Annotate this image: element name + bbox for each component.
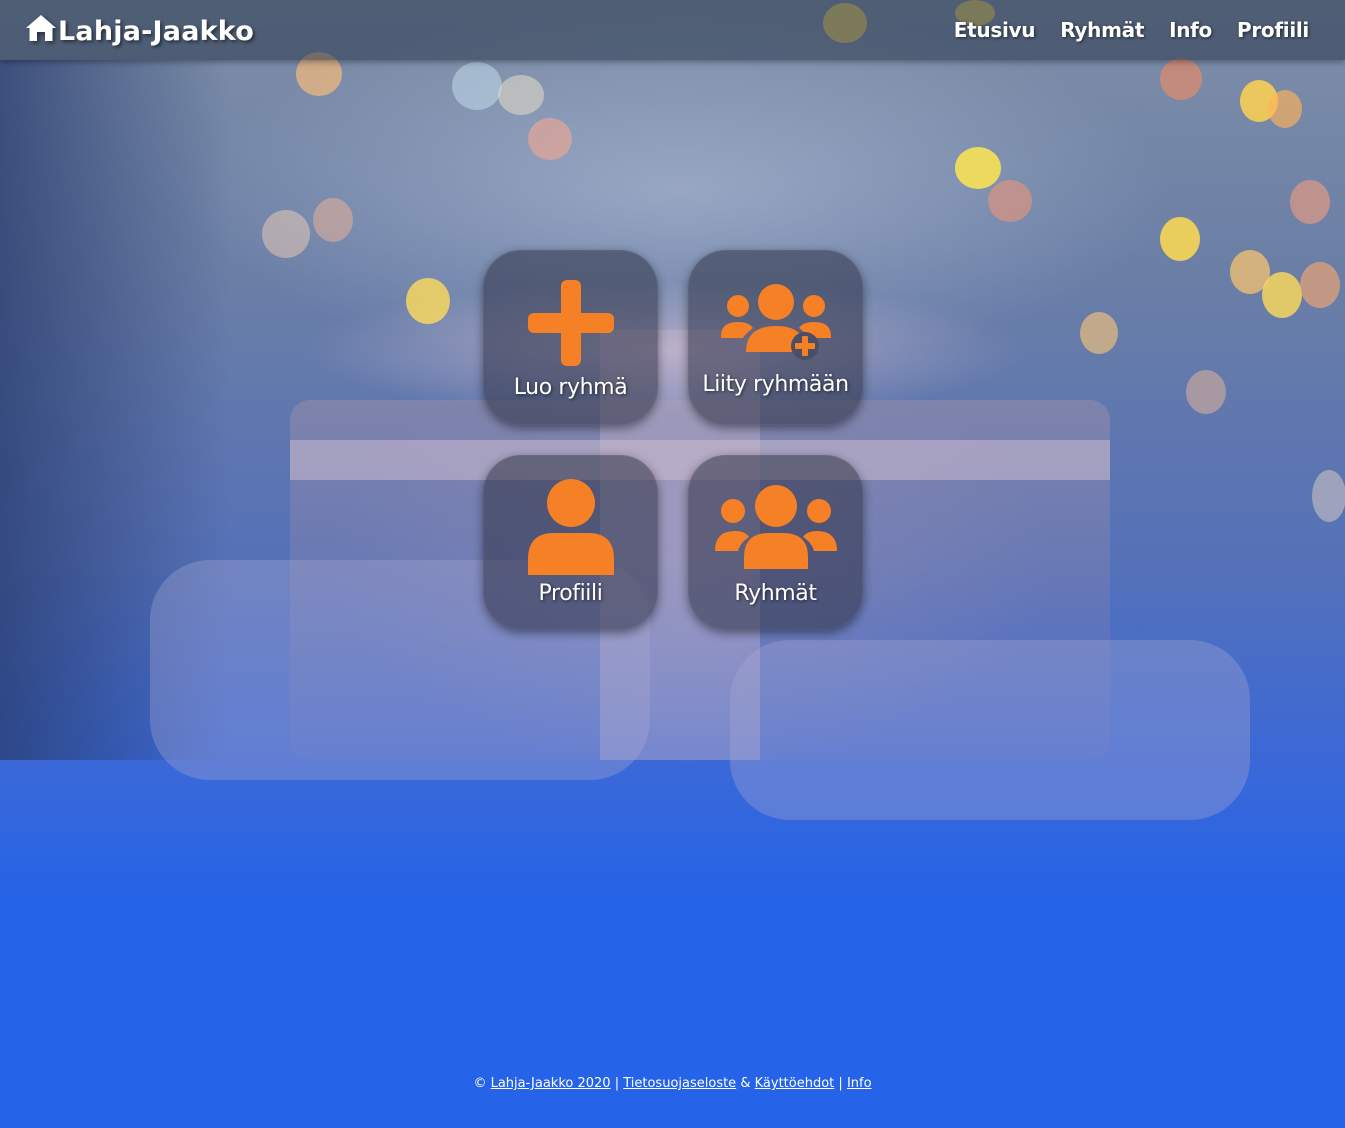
- profile-tile[interactable]: Profiili: [483, 455, 658, 630]
- home-icon: [24, 13, 58, 50]
- plus-icon: [483, 280, 658, 366]
- nav-menu: Etusivu Ryhmät Info Profiili: [954, 18, 1310, 42]
- nav-ryhmat[interactable]: Ryhmät: [1060, 18, 1144, 42]
- create-group-label: Luo ryhmä: [513, 375, 628, 400]
- groups-label: Ryhmät: [734, 581, 817, 606]
- privacy-policy-link[interactable]: Tietosuojaseloste: [623, 1076, 736, 1091]
- nav-profiili[interactable]: Profiili: [1237, 18, 1309, 42]
- footer-separator: |: [838, 1076, 843, 1091]
- footer-ampersand: &: [740, 1076, 751, 1091]
- navbar: Lahja-Jaakko Etusivu Ryhmät Info Profiil…: [0, 0, 1345, 60]
- footer: © Lahja-Jaakko 2020 | Tietosuojaseloste …: [0, 1076, 1345, 1091]
- terms-link[interactable]: Käyttöehdot: [755, 1076, 835, 1091]
- join-group-label: Liity ryhmään: [702, 372, 849, 397]
- users-icon: [688, 485, 863, 571]
- profile-label: Profiili: [538, 581, 603, 606]
- footer-separator: |: [614, 1076, 620, 1091]
- footer-info-link[interactable]: Info: [847, 1076, 872, 1091]
- nav-etusivu[interactable]: Etusivu: [954, 18, 1036, 42]
- groups-tile[interactable]: Ryhmät: [688, 455, 863, 630]
- brand-name: Lahja-Jaakko: [58, 15, 254, 47]
- nav-info[interactable]: Info: [1169, 18, 1212, 42]
- join-group-tile[interactable]: Liity ryhmään: [688, 250, 863, 425]
- copyright-symbol: ©: [473, 1076, 487, 1091]
- background-photo: [0, 0, 1345, 1128]
- users-plus-icon: [688, 284, 863, 362]
- brand-link[interactable]: Lahja-Jaakko: [24, 14, 254, 48]
- user-icon: [483, 479, 658, 575]
- create-group-tile[interactable]: Luo ryhmä: [483, 250, 658, 425]
- footer-brand-link[interactable]: Lahja-Jaakko 2020: [491, 1076, 611, 1091]
